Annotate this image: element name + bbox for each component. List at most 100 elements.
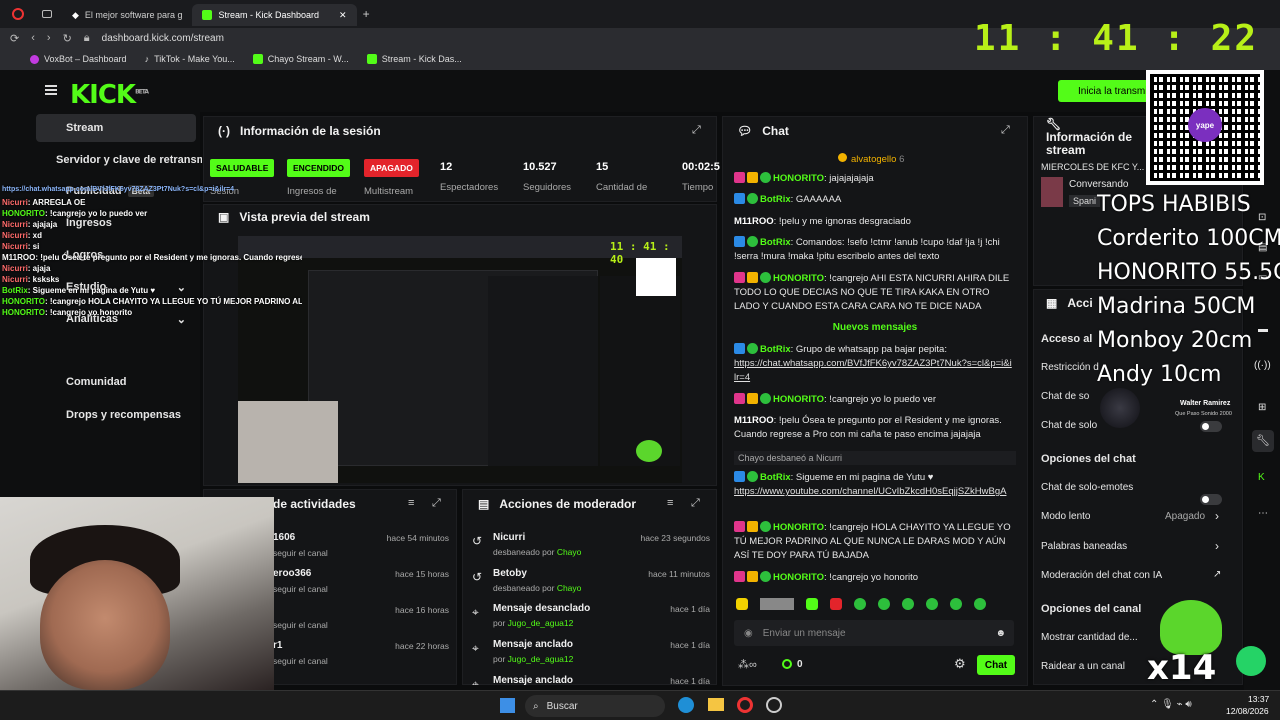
app-icon[interactable] [766, 697, 782, 713]
emoji-icon[interactable]: ☻ [995, 628, 1006, 639]
bookmark-chayo[interactable]: Chayo Stream - W... [252, 54, 349, 64]
stream-preview-video[interactable]: 11 : 41 : 40 [238, 236, 682, 483]
filter-icon[interactable]: ≡ [408, 497, 414, 509]
show-count-row[interactable]: Mostrar cantidad de... [1041, 632, 1138, 643]
mod-action-row[interactable]: ⌖ Mensaje anclado hace 1 día [472, 675, 710, 685]
tray-icons[interactable]: ⌃ 🎙︎ ⌁ 🔊︎ [1150, 699, 1192, 710]
chat-message[interactable]: HONORITO: jajajajajaja [734, 172, 1012, 186]
chat-message[interactable]: M11ROO: !pelu y me ignoras desgraciado [734, 215, 1012, 229]
mod-action-row[interactable]: ⌖ Mensaje desanclado por Jugo_de_agua12 … [472, 603, 710, 635]
mod-action-row[interactable]: ⌖ Mensaje anclado por Jugo_de_agua12 hac… [472, 639, 710, 671]
chat-username[interactable]: HONORITO [773, 522, 824, 533]
windows-start-icon[interactable] [500, 698, 515, 713]
external-link-icon[interactable]: ↗ [1213, 569, 1221, 580]
chat-link[interactable]: https://chat.whatsapp.com/BVfJfFK6yv78ZA… [734, 358, 1012, 383]
dots-icon[interactable]: ⋯ [1258, 508, 1268, 519]
sidebar-item-drops[interactable]: Drops y recompensas [36, 401, 196, 429]
chat-username[interactable]: BotRix [760, 237, 791, 248]
chat-username[interactable]: BotRix [760, 194, 791, 205]
expand-icon[interactable]: ⤢ [692, 124, 701, 137]
emote-icon[interactable] [878, 598, 890, 610]
new-tab-icon[interactable]: + [363, 7, 370, 21]
emotes-only-row[interactable]: Chat de solo-emotes [1041, 482, 1133, 493]
url-field[interactable]: dashboard.kick.com/stream [102, 33, 224, 44]
restriction-row[interactable]: Restricción d [1041, 362, 1099, 373]
bookmark-voxbot[interactable]: VoxBot – Dashboard [30, 54, 127, 64]
tab-software[interactable]: ◆ El mejor software para g [62, 4, 192, 26]
activity-row[interactable]: 1606 seguir el canal hace 54 minutos [273, 532, 451, 564]
banned-words-row[interactable]: Palabras baneadas [1041, 541, 1127, 552]
forward-icon[interactable]: › [47, 32, 51, 44]
emote-icon[interactable] [736, 598, 748, 610]
activity-row[interactable]: seguir el canal hace 16 horas [273, 604, 451, 636]
chat-message[interactable]: BotRix: GAAAAAA [734, 193, 1012, 207]
emote-icon[interactable] [950, 598, 962, 610]
chat-message[interactable]: HONORITO: !cangrejo yo lo puedo ver [734, 393, 1012, 407]
emote-icon[interactable] [854, 598, 866, 610]
emote-icon[interactable] [902, 598, 914, 610]
chat-username[interactable]: HONORITO [773, 173, 824, 184]
browser-logo-icon[interactable] [12, 8, 24, 20]
new-messages-divider[interactable]: Nuevos mensajes [734, 322, 1016, 333]
chat-message[interactable]: HONORITO: !cangrejo yo honorito [734, 571, 1012, 585]
close-icon[interactable]: ✕ [339, 10, 347, 21]
expand-icon[interactable]: ⤢ [432, 497, 441, 510]
sidebar-item-community[interactable]: Comunidad [36, 368, 196, 396]
chat-message[interactable]: BotRix: Grupo de whatsapp pa bajar pepit… [734, 343, 1012, 385]
ai-moderation-row[interactable]: Moderación del chat con IA [1041, 570, 1162, 581]
sidebar-item-server-key[interactable]: Servidor y clave de retransm [26, 146, 202, 174]
filter-icon[interactable]: ≡ [667, 497, 673, 509]
bookmark-stream[interactable]: Stream - Kick Das... [366, 54, 462, 64]
folder-icon[interactable] [708, 698, 724, 711]
emote-icon[interactable] [926, 598, 938, 610]
chat-message[interactable]: HONORITO: !cangrejo AHI ESTA NICURRI AHI… [734, 272, 1012, 314]
sidebar-item-stream[interactable]: Stream [36, 114, 196, 142]
expand-icon[interactable]: ⤢ [691, 497, 700, 510]
chat-link[interactable]: https://www.youtube.com/channel/UCvIbZkc… [734, 486, 1006, 497]
go-live-button[interactable]: Inicia la transmi [1058, 80, 1150, 102]
chat-input[interactable]: ◉ Enviar un mensaje ☻ [734, 620, 1014, 646]
channel-points-icon[interactable]: ⁂∞ [738, 658, 757, 671]
slow-mode-row[interactable]: Modo lento [1041, 511, 1090, 522]
mod-action-row[interactable]: ↺ Nicurri desbaneado por Chayo hace 23 s… [472, 532, 710, 564]
reload-icon[interactable]: ⟳ [10, 32, 19, 45]
chat-username[interactable]: M11ROO [734, 216, 774, 227]
chat-username[interactable]: HONORITO [773, 572, 824, 583]
emotes-only-toggle[interactable] [1200, 494, 1222, 505]
emote-icon[interactable] [830, 598, 842, 610]
chat-username[interactable]: BotRix [760, 472, 791, 483]
reload-icon-2[interactable]: ↻ [63, 32, 72, 45]
opera-icon[interactable] [737, 697, 753, 713]
taskbar-search[interactable]: ⌕ Buscar [525, 695, 665, 717]
chat-username[interactable]: HONORITO [773, 273, 824, 284]
chat-message[interactable]: HONORITO: !cangrejo HOLA CHAYITO YA LLEG… [734, 521, 1012, 563]
mod-action-row[interactable]: ↺ Betoby desbaneado por Chayo hace 11 mi… [472, 568, 710, 600]
kick-logo[interactable]: KICKBETA [70, 80, 149, 110]
chat-username[interactable]: M11ROO [734, 415, 774, 426]
wrench-icon[interactable]: 🔧︎ [1252, 430, 1274, 452]
chat-solo-toggle[interactable] [1200, 421, 1222, 432]
back-icon[interactable]: ‹ [31, 32, 35, 44]
bookmark-tiktok[interactable]: ♪ TikTok - Make You... [145, 54, 235, 64]
chat-solo-row[interactable]: Chat de solo [1041, 420, 1097, 431]
activity-row[interactable]: r1 seguir el canal hace 22 horas [273, 640, 451, 672]
chat-username[interactable]: BotRix [760, 344, 791, 355]
edge-icon[interactable] [678, 697, 694, 713]
emote-icon[interactable] [806, 598, 818, 610]
raid-row[interactable]: Raidear a un canal [1041, 661, 1125, 672]
tab-kick-dashboard[interactable]: Stream - Kick Dashboard ✕ [192, 4, 357, 26]
chat-username[interactable]: HONORITO [773, 394, 824, 405]
activity-row[interactable]: eroo366 seguir el canal hace 15 horas [273, 568, 451, 600]
tab-grid-icon[interactable] [42, 10, 52, 18]
send-chat-button[interactable]: Chat [977, 655, 1015, 675]
grid-icon[interactable]: ⊞ [1258, 402, 1266, 413]
settings-gear-icon[interactable]: ⚙ [954, 656, 966, 672]
emote-icon[interactable] [760, 598, 794, 610]
menu-icon[interactable] [45, 85, 57, 95]
emote-icon[interactable] [974, 598, 986, 610]
expand-icon[interactable]: ⤢ [1001, 124, 1010, 137]
chat-message[interactable]: M11ROO: !pelu Ósea te pregunto por el Re… [734, 414, 1012, 442]
kick-icon[interactable]: K [1258, 472, 1265, 483]
chat-so-row[interactable]: Chat de so [1041, 391, 1089, 402]
chat-message[interactable]: BotRix: Sigueme en mi pagina de Yutu ♥ ht… [734, 471, 1012, 499]
